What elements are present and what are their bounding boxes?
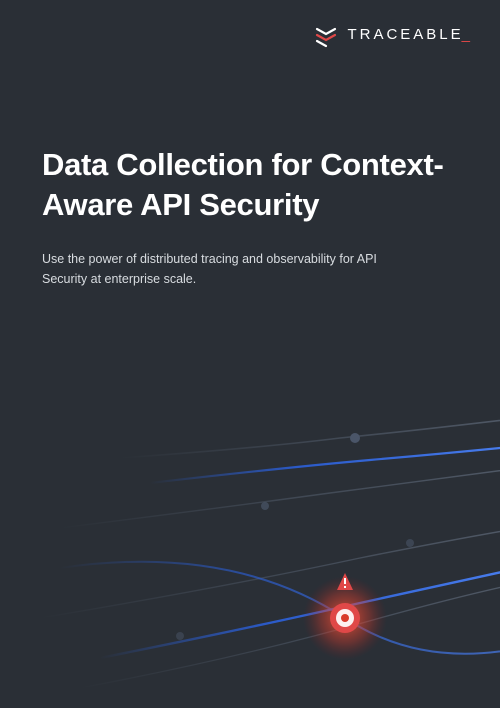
- document-subtitle: Use the power of distributed tracing and…: [42, 250, 402, 289]
- brand-accent: _: [462, 26, 470, 43]
- brand-logo-mark-icon: [313, 22, 339, 48]
- trace-graphic-icon: [0, 368, 500, 708]
- document-title: Data Collection for Context-Aware API Se…: [42, 145, 458, 224]
- brand-logo: TRACEABLE_: [313, 22, 470, 48]
- brand-name: TRACEABLE: [347, 26, 463, 43]
- brand-logo-text: TRACEABLE_: [347, 26, 470, 44]
- document-content: Data Collection for Context-Aware API Se…: [42, 145, 458, 289]
